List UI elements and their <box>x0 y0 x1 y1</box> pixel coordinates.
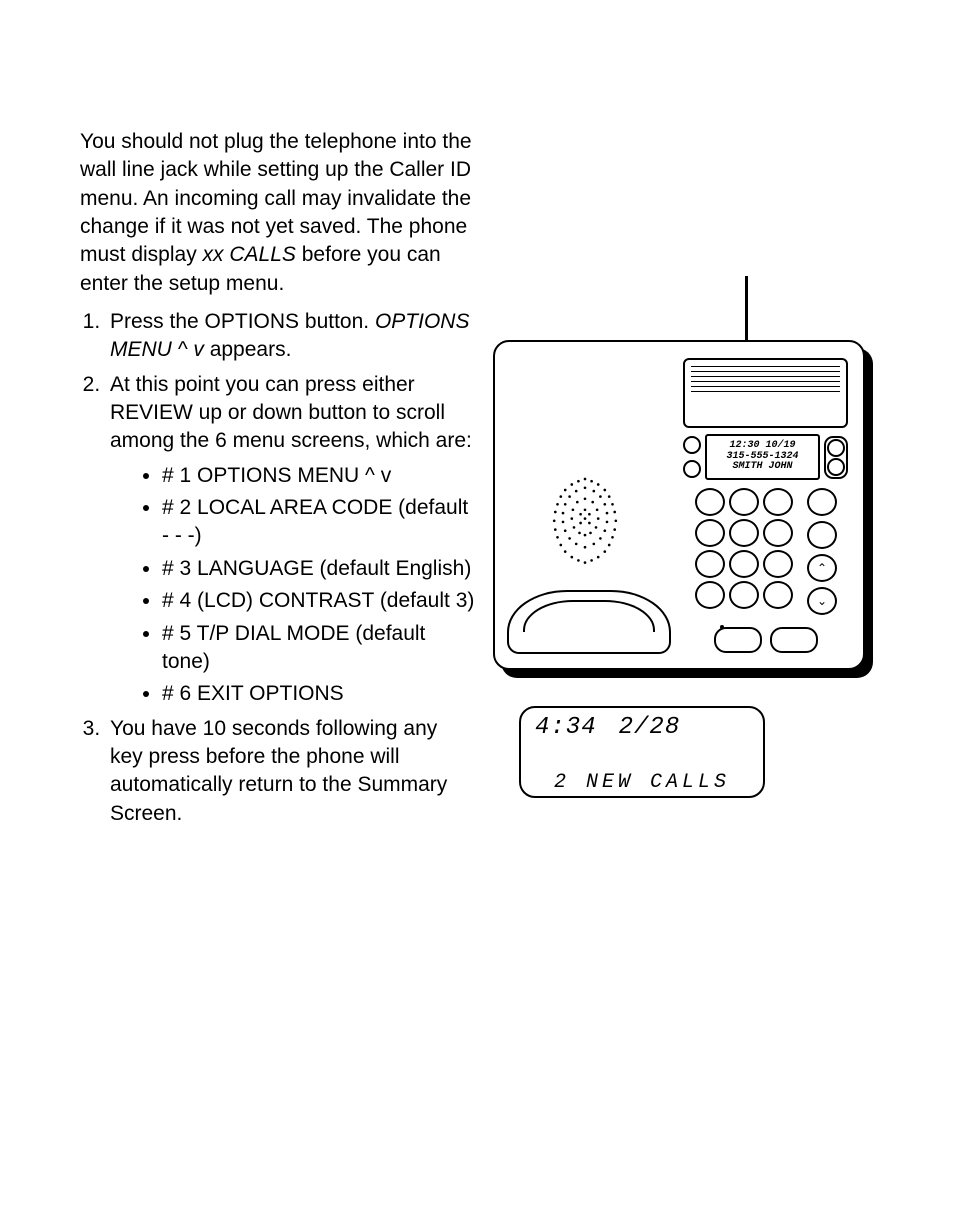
keypad-area: ⌃ ⌄ <box>683 488 848 615</box>
lcd-time: 4:34 <box>535 714 597 741</box>
left-side-buttons <box>683 436 701 478</box>
menu-item-4: # 4 (LCD) CONTRAST (default 3) <box>162 587 475 615</box>
lcd-message: 2 NEW CALLS <box>535 771 749 794</box>
key-hash <box>763 581 793 609</box>
manual-page: You should not plug the telephone into t… <box>0 0 954 1215</box>
pill-button-right <box>770 627 818 653</box>
menu-item-6: # 6 EXIT OPTIONS <box>162 680 475 708</box>
intro-paragraph: You should not plug the telephone into t… <box>80 128 475 298</box>
step-1-pre: Press the OPTIONS button. <box>110 310 375 333</box>
handset-cradle-icon <box>507 590 671 654</box>
menu-item-5: # 5 T/P DIAL MODE (default tone) <box>162 620 475 677</box>
key-3 <box>763 488 793 516</box>
function-button-2 <box>807 521 837 549</box>
key-0 <box>729 581 759 609</box>
ridge-icon <box>685 360 846 392</box>
step-2-bullets: # 1 OPTIONS MENU ^ v # 2 LOCAL AREA CODE… <box>110 462 475 709</box>
text-column: You should not plug the telephone into t… <box>80 128 475 828</box>
intro-calls-italic: xx CALLS <box>203 243 296 266</box>
function-button-1 <box>807 488 837 516</box>
key-7 <box>695 550 725 578</box>
summary-screen-lcd: 4:34 2/28 2 NEW CALLS <box>519 706 765 798</box>
arrow-up-button: ⌃ <box>807 554 837 582</box>
review-buttons <box>824 436 848 479</box>
key-2 <box>729 488 759 516</box>
key-4 <box>695 519 725 547</box>
menu-item-3: # 3 LANGUAGE (default English) <box>162 555 475 583</box>
step-2: At this point you can press either REVIE… <box>106 371 475 709</box>
menu-item-1: # 1 OPTIONS MENU ^ v <box>162 462 475 490</box>
phone-illustration: 12:30 10/19 315-555-1324 SMITH JOHN <box>493 340 873 680</box>
side-button <box>683 460 701 478</box>
lcd-date: 2/28 <box>619 714 681 741</box>
content-row: You should not plug the telephone into t… <box>80 128 874 828</box>
led-icon <box>720 625 724 629</box>
key-1 <box>695 488 725 516</box>
review-up-button <box>827 439 845 457</box>
step-1-post: appears. <box>204 338 292 361</box>
number-grid <box>695 488 791 615</box>
key-8 <box>729 550 759 578</box>
figure-column: 12:30 10/19 315-555-1324 SMITH JOHN <box>493 128 873 798</box>
lcd-row: 12:30 10/19 315-555-1324 SMITH JOHN <box>683 434 848 480</box>
key-5 <box>729 519 759 547</box>
lcd-line-3: SMITH JOHN <box>707 462 818 473</box>
lcd-top-row: 4:34 2/28 <box>535 714 749 741</box>
chevron-up-icon: ⌃ <box>817 561 827 575</box>
key-9 <box>763 550 793 578</box>
review-down-button <box>827 458 845 476</box>
function-column: ⌃ ⌄ <box>807 488 837 615</box>
steps-list: Press the OPTIONS button. OPTIONS MENU ^… <box>80 308 475 828</box>
side-button <box>683 436 701 454</box>
arrow-down-button: ⌄ <box>807 587 837 615</box>
phone-lcd: 12:30 10/19 315-555-1324 SMITH JOHN <box>705 434 820 480</box>
step-2-text: At this point you can press either REVIE… <box>110 373 472 453</box>
speaker-grille-icon <box>525 468 645 578</box>
phone-body: 12:30 10/19 315-555-1324 SMITH JOHN <box>493 340 865 670</box>
bottom-buttons <box>683 627 848 653</box>
keypad-panel: 12:30 10/19 315-555-1324 SMITH JOHN <box>683 434 848 634</box>
key-6 <box>763 519 793 547</box>
key-star <box>695 581 725 609</box>
step-1: Press the OPTIONS button. OPTIONS MENU ^… <box>106 308 475 365</box>
antenna-icon <box>745 276 748 346</box>
phone-top-panel <box>683 358 848 428</box>
menu-item-2: # 2 LOCAL AREA CODE (default - - -) <box>162 494 475 551</box>
pill-button-left <box>714 627 762 653</box>
step-3: You have 10 seconds following any key pr… <box>106 715 475 828</box>
chevron-down-icon: ⌄ <box>817 594 827 608</box>
